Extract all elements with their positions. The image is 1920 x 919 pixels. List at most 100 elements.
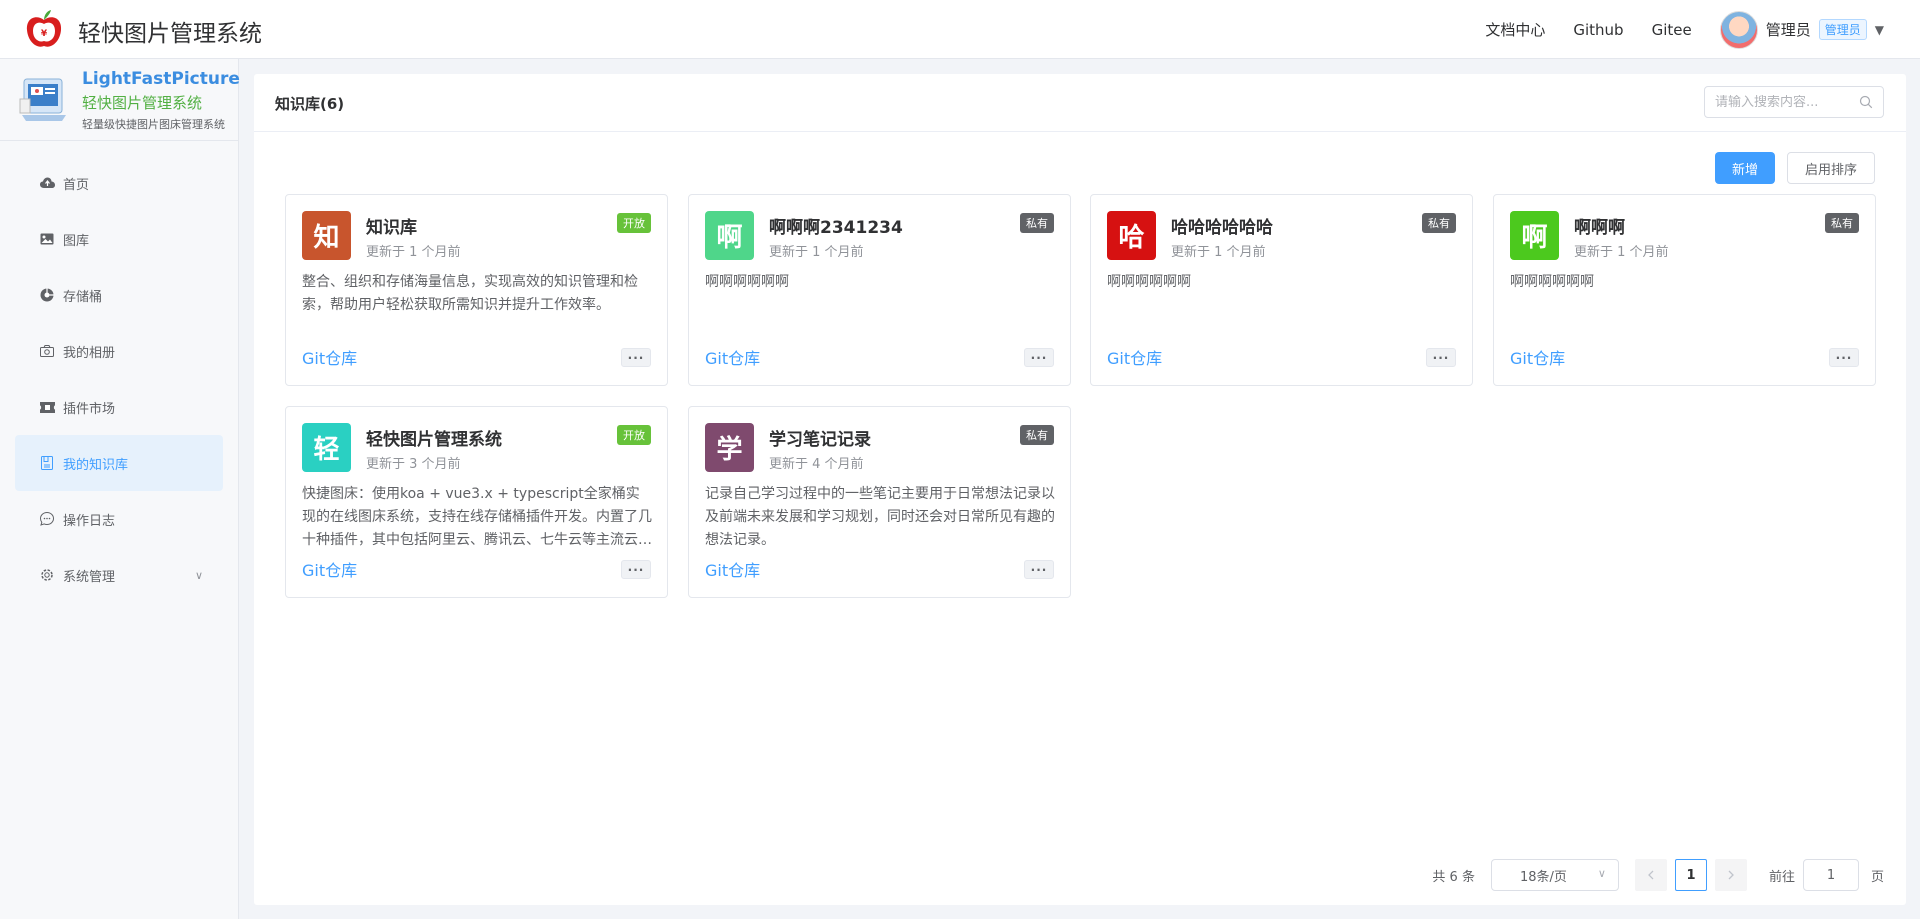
sidebar-item-logs[interactable]: 操作日志: [15, 491, 223, 547]
card-description: 啊啊啊啊啊啊: [705, 274, 789, 290]
goto-page-input[interactable]: [1802, 859, 1859, 891]
svg-text:¥: ¥: [41, 29, 48, 39]
avatar[interactable]: [1719, 10, 1758, 49]
git-repo-link[interactable]: Git仓库: [705, 557, 760, 581]
sidebar-item-plugins[interactable]: 插件市场: [15, 379, 223, 435]
sidebar: LightFastPicture 轻快图片管理系统 轻量级快捷图片图床管理系统 …: [0, 59, 240, 919]
card-title[interactable]: 哈哈哈哈哈哈: [1171, 213, 1273, 238]
top-links: 文档中心 Github Gitee 管理员 管理员 ▼: [1485, 0, 1884, 59]
pagination-total: 共 6 条: [1432, 869, 1475, 885]
cloud-icon: [39, 175, 55, 191]
card-description: 啊啊啊啊啊啊: [1510, 274, 1594, 290]
prev-page-button[interactable]: [1634, 859, 1667, 891]
status-badge: 私有: [1422, 213, 1456, 233]
role-tag: 管理员: [1818, 19, 1867, 40]
card-avatar: 哈: [1107, 211, 1156, 260]
chevron-down-icon: ∨: [1597, 867, 1606, 880]
github-link[interactable]: Github: [1573, 21, 1623, 39]
status-badge: 私有: [1825, 213, 1859, 233]
card-updated-time: 更新于 4 个月前: [769, 457, 864, 472]
more-options-button[interactable]: ···: [1426, 348, 1456, 367]
brand-description: 轻量级快捷图片图床管理系统: [82, 118, 225, 131]
ticket-icon: [39, 399, 55, 415]
card-title[interactable]: 啊啊啊2341234: [769, 213, 903, 238]
enable-sort-button[interactable]: 启用排序: [1787, 152, 1875, 184]
gitee-link[interactable]: Gitee: [1652, 21, 1692, 39]
chevron-right-icon: [1728, 870, 1734, 880]
status-badge: 开放: [617, 425, 651, 445]
knowledge-card[interactable]: 啊 啊啊啊2341234 更新于 1 个月前 私有 啊啊啊啊啊啊 Git仓库 ·…: [688, 194, 1071, 386]
search-icon[interactable]: [1859, 95, 1873, 109]
more-options-button[interactable]: ···: [621, 348, 651, 367]
git-repo-link[interactable]: Git仓库: [1510, 345, 1565, 369]
chat-icon: [39, 511, 55, 527]
card-updated-time: 更新于 1 个月前: [1171, 245, 1266, 260]
image-icon: [39, 231, 55, 247]
card-updated-time: 更新于 1 个月前: [769, 245, 864, 260]
main-header: 知识库(6): [254, 74, 1906, 132]
more-options-button[interactable]: ···: [1829, 348, 1859, 367]
card-description: 快捷图床：使用koa + vue3.x + typescript全家桶实现的在线…: [302, 486, 652, 548]
next-page-button[interactable]: [1714, 859, 1747, 891]
card-title[interactable]: 学习笔记记录: [769, 425, 871, 450]
settings-icon: [39, 567, 55, 583]
sidebar-brand: LightFastPicture 轻快图片管理系统 轻量级快捷图片图床管理系统: [0, 59, 240, 141]
brand-computer-icon: [19, 78, 66, 121]
more-options-button[interactable]: ···: [621, 560, 651, 579]
search-input[interactable]: [1715, 94, 1855, 110]
app-title: 轻快图片管理系统: [78, 21, 262, 47]
page-size-select[interactable]: 18条/页 ∨: [1490, 859, 1619, 891]
knowledge-card[interactable]: 啊 啊啊啊 更新于 1 个月前 私有 啊啊啊啊啊啊 Git仓库 ···: [1493, 194, 1876, 386]
status-badge: 私有: [1020, 425, 1054, 445]
knowledge-card[interactable]: 哈 哈哈哈哈哈哈 更新于 1 个月前 私有 啊啊啊啊啊啊 Git仓库 ···: [1090, 194, 1473, 386]
search-box[interactable]: [1704, 86, 1884, 118]
status-badge: 私有: [1020, 213, 1054, 233]
sidebar-item-knowledge[interactable]: 我的知识库: [15, 435, 223, 491]
page-suffix: 页: [1870, 869, 1884, 885]
caret-down-icon[interactable]: ▼: [1875, 23, 1884, 37]
card-avatar: 学: [705, 423, 754, 472]
git-repo-link[interactable]: Git仓库: [302, 345, 357, 369]
pagination: 共 6 条 18条/页 ∨ 1 前往 页: [1432, 859, 1884, 891]
main-panel: 知识库(6) 新增 启用排序 知 知识库 更新于 1 个月前 开放 整合、组织和…: [254, 74, 1906, 905]
card-title[interactable]: 知识库: [366, 213, 417, 238]
card-updated-time: 更新于 1 个月前: [1574, 245, 1669, 260]
sidebar-item-label: 操作日志: [63, 513, 116, 529]
card-title[interactable]: 轻快图片管理系统: [366, 425, 502, 450]
sidebar-item-home[interactable]: 首页: [15, 155, 223, 211]
card-description: 记录自己学习过程中的一些笔记主要用于日常想法记录以及前端未来发展和学习规划，同时…: [705, 486, 1055, 548]
sidebar-item-label: 我的相册: [63, 345, 116, 361]
apple-logo-icon[interactable]: ¥: [24, 8, 64, 50]
git-repo-link[interactable]: Git仓库: [302, 557, 357, 581]
card-title[interactable]: 啊啊啊: [1574, 213, 1625, 238]
goto-label: 前往: [1768, 869, 1795, 885]
card-description: 啊啊啊啊啊啊: [1107, 274, 1191, 290]
sidebar-item-system[interactable]: 系统管理 ∨: [15, 547, 223, 603]
brand-subtitle: 轻快图片管理系统: [82, 94, 203, 112]
knowledge-card[interactable]: 知 知识库 更新于 1 个月前 开放 整合、组织和存储海量信息，实现高效的知识管…: [285, 194, 668, 386]
card-avatar: 啊: [705, 211, 754, 260]
camera-icon: [39, 343, 55, 359]
more-options-button[interactable]: ···: [1024, 560, 1054, 579]
page-title: 知识库(6): [275, 95, 345, 113]
knowledge-card[interactable]: 学 学习笔记记录 更新于 4 个月前 私有 记录自己学习过程中的一些笔记主要用于…: [688, 406, 1071, 598]
card-avatar: 轻: [302, 423, 351, 472]
git-repo-link[interactable]: Git仓库: [705, 345, 760, 369]
sidebar-item-label: 图库: [63, 233, 90, 249]
sidebar-item-album[interactable]: 我的相册: [15, 323, 223, 379]
docs-link[interactable]: 文档中心: [1485, 19, 1545, 40]
card-avatar: 知: [302, 211, 351, 260]
sidebar-item-label: 存储桶: [63, 289, 103, 305]
knowledge-card[interactable]: 轻 轻快图片管理系统 更新于 3 个月前 开放 快捷图床：使用koa + vue…: [285, 406, 668, 598]
chevron-left-icon: [1648, 870, 1654, 880]
page-number-current[interactable]: 1: [1674, 859, 1707, 891]
add-button[interactable]: 新增: [1715, 152, 1775, 184]
sidebar-item-bucket[interactable]: 存储桶: [15, 267, 223, 323]
sidebar-item-label: 首页: [63, 177, 90, 193]
sidebar-item-label: 系统管理: [63, 569, 116, 585]
git-repo-link[interactable]: Git仓库: [1107, 345, 1162, 369]
notebook-icon: [39, 455, 55, 471]
sidebar-item-gallery[interactable]: 图库: [15, 211, 223, 267]
more-options-button[interactable]: ···: [1024, 348, 1054, 367]
user-name[interactable]: 管理员: [1766, 19, 1811, 40]
